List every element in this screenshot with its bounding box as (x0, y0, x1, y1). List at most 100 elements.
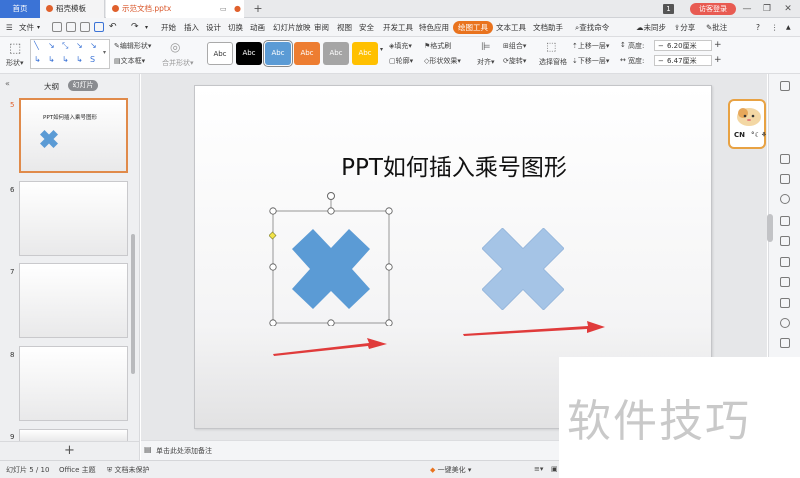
print-preview-icon[interactable] (94, 22, 104, 32)
text-box-button[interactable]: ▤文本框▾ (114, 56, 145, 66)
visitor-login-button[interactable]: 访客登录 (690, 3, 736, 15)
search-command[interactable]: ⌕查找命令 (575, 21, 609, 34)
group-button[interactable]: ⊞组合▾ (503, 41, 526, 51)
doc-protection[interactable]: ⛨ 文档未保护 (107, 465, 149, 475)
height-plus-icon[interactable]: + (714, 40, 722, 50)
menu-drawing-tools[interactable]: 绘图工具 (453, 21, 493, 34)
file-menu-chevron-icon[interactable]: ▾ (37, 21, 40, 34)
help-icon[interactable]: ? (756, 21, 760, 34)
file-menu[interactable]: 文件 (19, 21, 34, 34)
more-chevron-icon[interactable]: ▾ (145, 21, 148, 34)
tab-monitor-icon[interactable]: ▭ (220, 0, 227, 18)
width-minus-icon[interactable]: − (658, 56, 664, 66)
curve-shape-icon[interactable]: ↳ (62, 55, 69, 64)
style-swatch-black[interactable]: Abc (236, 42, 262, 65)
style-swatch-blue[interactable]: Abc (263, 40, 293, 67)
tab-docer-template[interactable]: 稻壳模板 (40, 0, 105, 18)
width-input[interactable]: − 6.47厘米 (654, 55, 712, 66)
property-icon[interactable] (780, 81, 790, 91)
menu-developer[interactable]: 开发工具 (383, 21, 413, 34)
notes-toggle-icon[interactable]: ≡▾ (534, 465, 543, 473)
menu-insert[interactable]: 插入 (184, 21, 199, 34)
menu-special-apps[interactable]: 特色应用 (419, 21, 449, 34)
elbow-connector-icon[interactable]: ↘ (76, 41, 83, 50)
shape-effects-button[interactable]: ◇形状效果▾ (424, 56, 461, 66)
animation-pane-icon[interactable] (780, 194, 790, 204)
input-mode-icons[interactable]: °☾⚘ (751, 131, 767, 139)
backup-icon[interactable] (780, 236, 790, 246)
menu-animation[interactable]: 动画 (250, 21, 265, 34)
canvas-scrollbar[interactable] (767, 214, 773, 242)
selected-cross-shape[interactable] (269, 190, 395, 326)
menu-transition[interactable]: 切换 (228, 21, 243, 34)
send-backward-button[interactable]: ⇣下移一层▾ (572, 56, 609, 66)
notes-placeholder[interactable]: 单击此处添加备注 (156, 446, 212, 456)
open-icon[interactable] (52, 22, 62, 32)
align-button[interactable]: 对齐▾ (477, 57, 495, 67)
height-input[interactable]: − 6.20厘米 (654, 40, 712, 51)
minimize-button[interactable]: — (740, 1, 754, 17)
menu-view[interactable]: 视图 (337, 21, 352, 34)
input-language-indicator[interactable]: CN (734, 131, 745, 139)
tools-pane-icon[interactable] (780, 277, 790, 287)
share-pane-icon[interactable] (780, 298, 790, 308)
arrow-shape-icon[interactable]: ↘ (48, 41, 55, 50)
merge-shape-button[interactable]: 合并形状▾ (162, 58, 194, 68)
close-button[interactable]: ✕ (781, 1, 795, 17)
redo-icon[interactable]: ↷ (131, 21, 139, 34)
curved-arrow-icon[interactable]: ↳ (48, 55, 55, 64)
tab-document[interactable]: 示范文档.pptx ▭ ● (106, 0, 244, 18)
edit-shape-button[interactable]: ✎编辑形状▾ (114, 41, 151, 51)
collapse-panel-icon[interactable]: « (5, 79, 10, 88)
menu-doc-assistant[interactable]: 文档助手 (533, 21, 563, 34)
menu-home[interactable]: 开始 (161, 21, 176, 34)
menu-icon[interactable]: ☰ (6, 21, 13, 34)
tab-slides[interactable]: 幻灯片 (68, 80, 98, 91)
gallery-more-icon[interactable]: ▾ (103, 49, 106, 56)
freeform-shape-icon[interactable]: ↳ (76, 55, 83, 64)
rotate-button[interactable]: ⟳旋转▾ (503, 56, 526, 66)
more-icon[interactable]: ⋮ (771, 21, 779, 34)
tab-outline[interactable]: 大纲 (44, 81, 59, 92)
select-pane-button[interactable]: 选择窗格 (539, 57, 567, 67)
comment-button[interactable]: ✎批注 (706, 21, 727, 34)
red-arrow-left[interactable] (271, 335, 389, 359)
slide-thumbnail-8[interactable] (19, 346, 128, 421)
collapse-ribbon-icon[interactable]: ▲ (786, 21, 791, 34)
shape-gallery[interactable]: ╲ ↘ ⤡ ↘ ↘ ↳ ↳ ↳ ↳ S ▾ (30, 39, 110, 69)
theme-name[interactable]: Office 主题 (59, 465, 96, 475)
shape-pane-icon[interactable] (780, 174, 790, 184)
fill-pane-icon[interactable] (780, 154, 790, 164)
restore-button[interactable]: ❐ (760, 1, 774, 17)
undo-icon[interactable]: ↶ (109, 21, 117, 34)
red-arrow-right[interactable] (461, 319, 607, 339)
bring-forward-button[interactable]: ⇡上移一层▾ (572, 41, 609, 51)
print-icon[interactable] (80, 22, 90, 32)
normal-view-icon[interactable]: ▣ (551, 465, 558, 473)
format-painter-button[interactable]: ⚑格式刷 (424, 41, 451, 51)
style-swatch-white[interactable]: Abc (207, 42, 233, 65)
menu-slideshow[interactable]: 幻灯片放映 (273, 21, 311, 34)
menu-design[interactable]: 设计 (206, 21, 221, 34)
style-swatch-gray[interactable]: Abc (323, 42, 349, 65)
sync-status[interactable]: ☁未同步 (636, 21, 666, 34)
line-shape-icon[interactable]: ╲ (34, 41, 39, 50)
slide-title[interactable]: PPT如何插入乘号图形 (195, 148, 711, 182)
menu-security[interactable]: 安全 (359, 21, 374, 34)
shape-button[interactable]: 形状▾ (6, 58, 24, 68)
slide-thumbnail-6[interactable] (19, 181, 128, 256)
settings-pane-icon[interactable] (780, 257, 790, 267)
slide-design-icon[interactable] (780, 216, 790, 226)
add-slide-button[interactable]: + (64, 443, 75, 458)
style-gallery-more-icon[interactable]: ▾ (380, 46, 383, 53)
new-tab-button[interactable]: + (252, 0, 264, 18)
menu-review[interactable]: 审阅 (314, 21, 329, 34)
panel-scrollbar[interactable] (131, 234, 135, 374)
width-plus-icon[interactable]: + (714, 55, 722, 65)
help-pane-icon[interactable] (780, 318, 790, 328)
tab-home[interactable]: 首页 (0, 0, 40, 18)
style-swatch-yellow[interactable]: Abc (352, 42, 378, 65)
height-minus-icon[interactable]: − (658, 41, 664, 51)
save-icon[interactable] (66, 22, 76, 32)
slide-thumbnail-7[interactable] (19, 263, 128, 338)
